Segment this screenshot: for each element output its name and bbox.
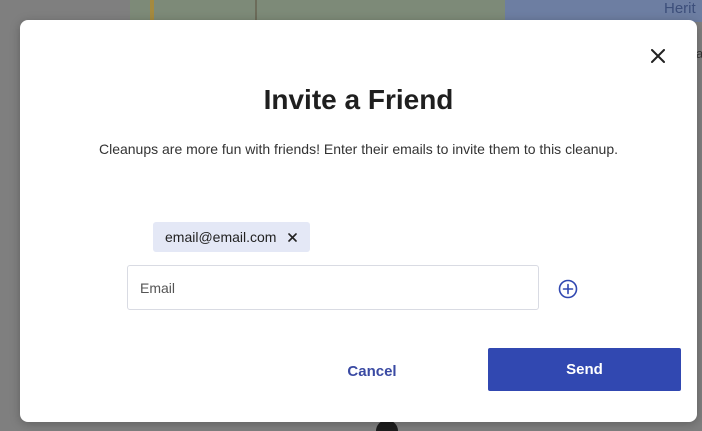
dialog-description: Cleanups are more fun with friends! Ente… (98, 141, 619, 157)
email-chip-label: email@email.com (165, 229, 277, 245)
remove-email-button[interactable] (286, 231, 298, 243)
cancel-button[interactable]: Cancel (322, 350, 422, 392)
plus-circle-icon (558, 279, 578, 299)
close-icon (651, 49, 665, 63)
email-chip: email@email.com (153, 222, 311, 252)
close-button[interactable] (646, 44, 670, 68)
invite-friend-dialog: Invite a Friend Cleanups are more fun wi… (20, 20, 697, 422)
send-button[interactable]: Send (488, 348, 681, 391)
map-road (255, 0, 257, 22)
close-icon (288, 232, 297, 242)
map-place-label: Herit (664, 0, 696, 17)
add-email-button[interactable] (557, 278, 579, 300)
email-input[interactable] (127, 265, 539, 310)
dialog-title: Invite a Friend (263, 84, 454, 115)
map-road (150, 0, 154, 22)
